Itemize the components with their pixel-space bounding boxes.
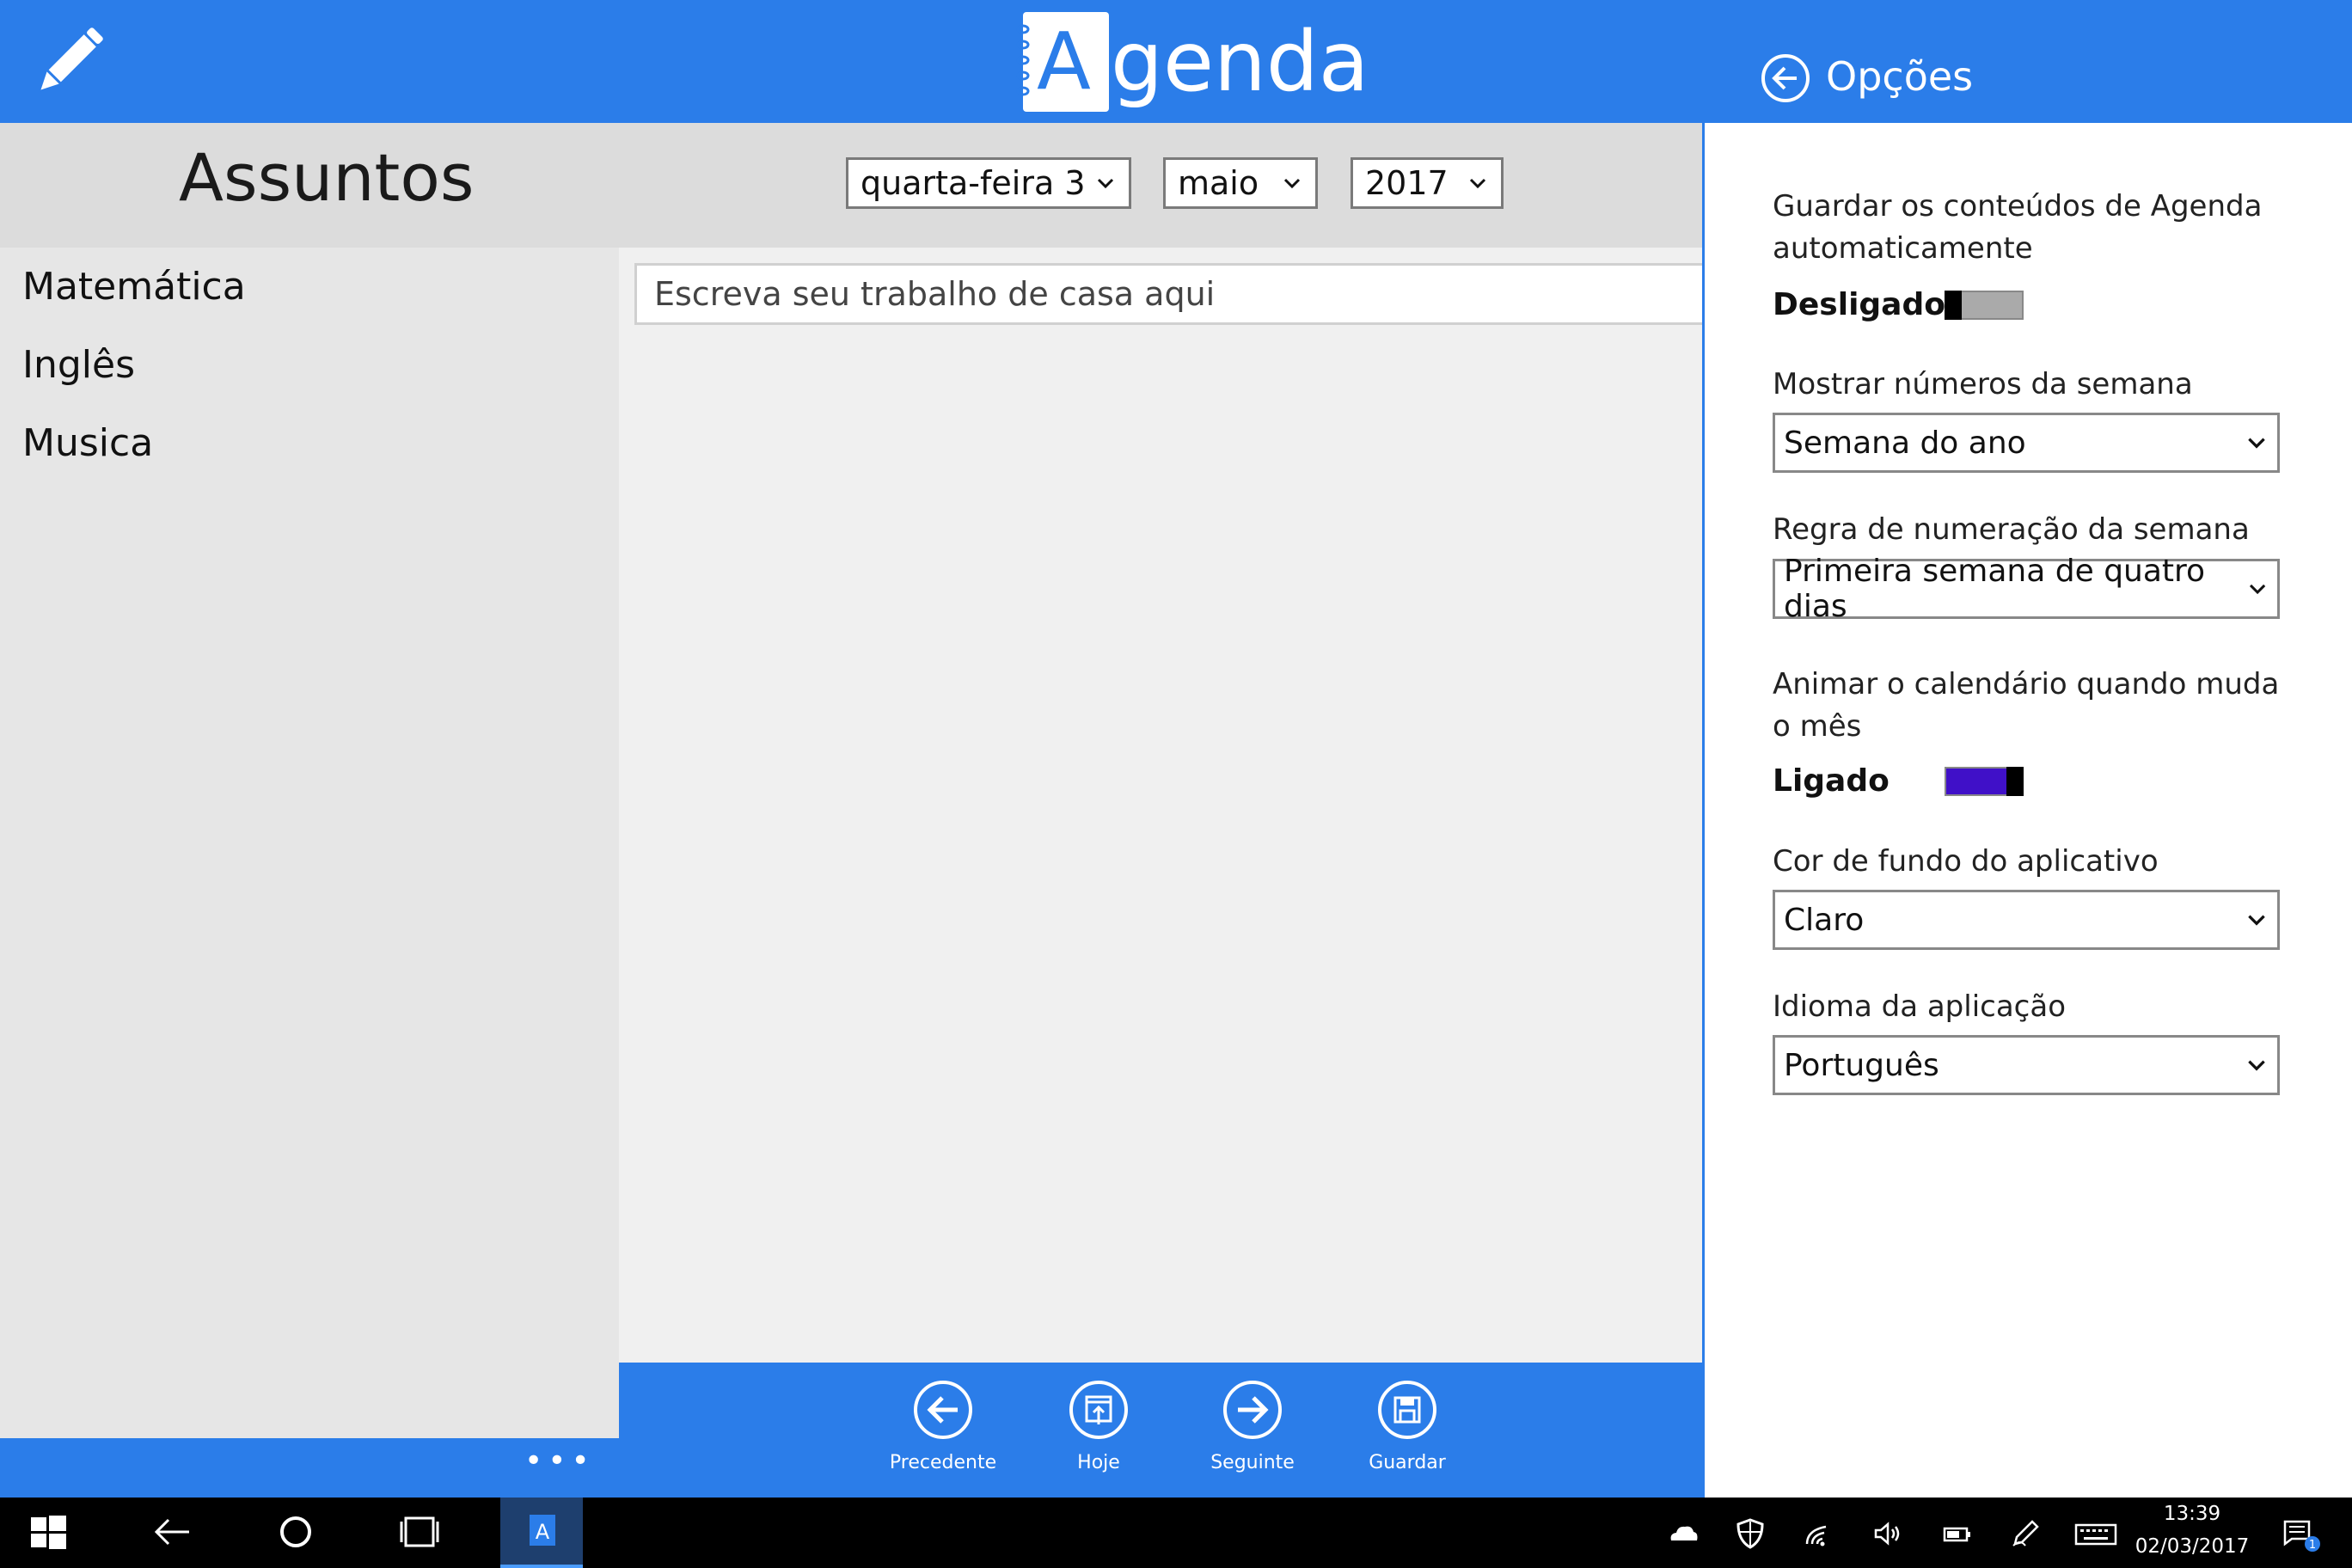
chevron-down-icon [2248,915,2265,926]
homework-area [619,248,1704,1363]
month-select-value: maio [1178,164,1259,202]
save-icon [1378,1381,1436,1439]
task-view-icon [400,1516,439,1547]
language-select[interactable]: Português [1773,1035,2280,1095]
back-arrow-icon [154,1518,189,1546]
chevron-down-icon [2248,438,2265,449]
pen-workspace-icon[interactable] [2008,1516,2043,1551]
animate-state: Ligado [1773,763,1890,799]
clock-time[interactable]: 13:39 [2149,1503,2235,1525]
svg-text:A: A [536,1520,550,1544]
year-select-value: 2017 [1365,164,1449,202]
week-numbers-label: Mostrar números da semana [1773,367,2193,401]
year-select[interactable]: 2017 [1351,157,1504,209]
week-rule-label: Regra de numeração da semana [1773,512,2250,547]
today-button[interactable]: Hoje [1034,1380,1163,1473]
arrow-left-icon [914,1381,972,1439]
options-title: Opções [1826,53,1974,100]
task-view-button[interactable] [397,1510,442,1554]
day-select-value: quarta-feira 3 [861,164,1086,202]
cortana-circle-icon [280,1516,311,1547]
arrow-right-icon [1223,1381,1282,1439]
save-label: Guardar [1369,1452,1446,1473]
week-numbers-select[interactable]: Semana do ano [1773,413,2280,473]
subject-item[interactable]: Musica [22,421,153,465]
notebook-logo-icon: A [1016,12,1109,112]
battery-icon[interactable] [1939,1516,1974,1551]
chevron-down-icon [2248,1060,2265,1071]
more-button[interactable]: ••• [524,1446,590,1479]
start-button[interactable] [26,1510,70,1554]
subject-item[interactable]: Inglês [22,343,135,387]
app-logo: A genda [1016,10,1369,113]
save-button[interactable]: Guardar [1343,1380,1472,1473]
language-value: Português [1784,1047,1939,1083]
chevron-down-icon [1283,178,1301,189]
edit-subjects-button[interactable] [26,19,112,105]
week-rule-value: Primeira semana de quatro dias [1784,554,2206,624]
previous-button[interactable]: Precedente [879,1380,1008,1473]
week-rule-select[interactable]: Primeira semana de quatro dias [1773,554,2280,624]
chevron-down-icon [1469,178,1486,189]
month-select[interactable]: maio [1163,157,1318,209]
homework-input[interactable]: Escreva seu trabalho de casa aqui [634,263,1704,325]
agenda-app-icon: A [530,1515,555,1546]
onedrive-icon[interactable] [1666,1516,1700,1551]
options-back-button[interactable] [1761,53,1810,103]
language-label: Idioma da aplicação [1773,989,2067,1024]
pencil-icon [40,28,103,90]
day-select[interactable]: quarta-feira 3 [846,157,1131,209]
logo-letter: A [1037,15,1091,107]
animate-label: Animar o calendário quando muda o mês [1773,667,2280,744]
background-value: Claro [1784,902,1865,938]
touch-keyboard-icon[interactable] [2073,1516,2118,1551]
week-numbers-value: Semana do ano [1784,425,2026,461]
chevron-down-icon [1097,178,1114,189]
app-header [0,0,1704,123]
subjects-heading: Assuntos [179,139,475,216]
agenda-taskbar-button[interactable]: A [500,1498,583,1568]
chevron-down-icon [2249,584,2266,595]
background-label: Cor de fundo do aplicativo [1773,844,2159,879]
autosave-label: Guardar os conteúdos de Agenda automatic… [1773,189,2263,266]
today-icon [1069,1381,1128,1439]
toggle-knob [1945,291,1962,320]
back-button[interactable] [150,1510,194,1554]
today-label: Hoje [1077,1452,1120,1473]
cortana-button[interactable] [273,1510,318,1554]
toggle-knob [2006,767,2024,796]
notification-count: 1 [2309,1539,2316,1552]
action-center-button[interactable]: 1 [2280,1516,2323,1552]
animate-toggle[interactable] [1945,767,2024,796]
autosave-state: Desligado [1773,287,1945,322]
previous-label: Precedente [889,1452,997,1473]
clock-date[interactable]: 02/03/2017 [2132,1535,2252,1558]
wifi-icon[interactable] [1802,1516,1836,1551]
security-shield-icon[interactable] [1733,1516,1767,1551]
background-select[interactable]: Claro [1773,890,2280,950]
taskbar [0,1498,2352,1568]
volume-icon[interactable] [1871,1516,1905,1551]
back-arrow-icon [1761,54,1810,102]
windows-logo-icon [31,1516,66,1549]
app-title: genda [1111,14,1369,110]
next-button[interactable]: Seguinte [1188,1380,1317,1473]
notification-icon: 1 [2283,1520,2320,1552]
autosave-toggle[interactable] [1945,291,2024,320]
next-label: Seguinte [1210,1452,1295,1473]
subject-item[interactable]: Matemática [22,265,246,309]
